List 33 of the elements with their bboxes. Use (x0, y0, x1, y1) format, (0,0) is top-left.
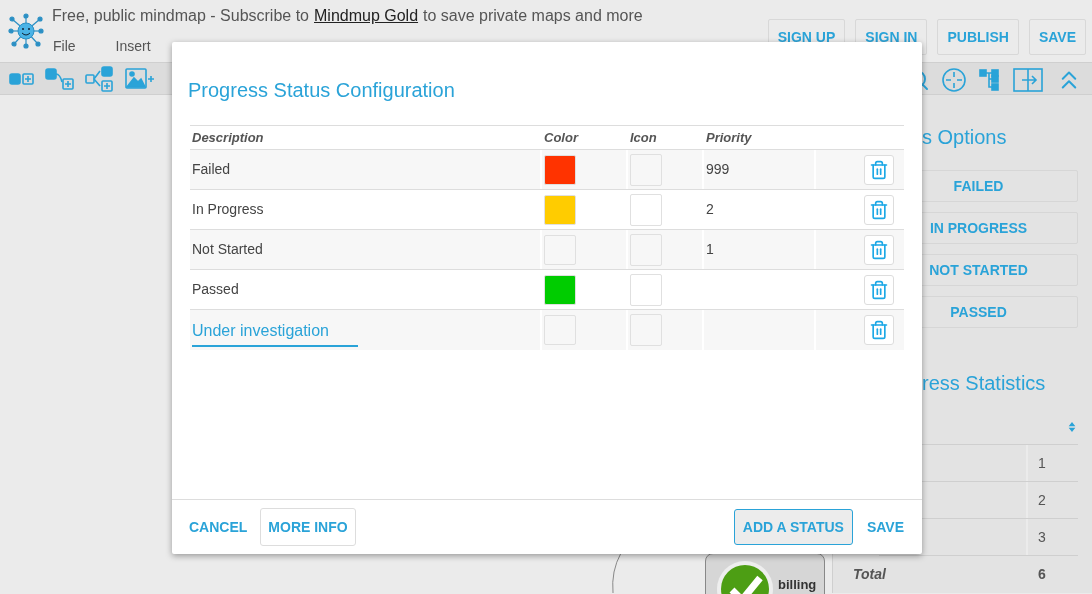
priority-text: 2 (706, 200, 714, 219)
description-text: In Progress (192, 200, 264, 219)
menu-item[interactable]: File (53, 36, 76, 57)
column-header: Priority (705, 128, 753, 147)
stat-value: 1 (1026, 445, 1078, 481)
add-status-button[interactable]: ADD A STATUS (733, 509, 853, 545)
column-header: Color (543, 128, 580, 147)
priority-text: 999 (706, 160, 730, 179)
panel-heading: s Options (921, 125, 1008, 150)
node-label: billing (778, 577, 817, 592)
save-button[interactable]: SAVE (858, 509, 912, 545)
cancel-button[interactable]: CANCEL (182, 508, 255, 546)
menu-item[interactable]: Insert (115, 36, 151, 57)
header-button[interactable]: PUBLISH (937, 19, 1019, 55)
header-button[interactable]: SAVE (1028, 19, 1086, 55)
description-text: Passed (192, 280, 239, 299)
column-header: Icon (629, 128, 658, 147)
priority-text: 1 (706, 240, 714, 259)
stat-value: 2 (1026, 482, 1078, 518)
more-info-button[interactable]: MORE INFO (260, 508, 356, 546)
description-input[interactable]: Under investigation (192, 317, 358, 347)
total-label: Total (853, 565, 887, 584)
map-node[interactable]: billing (705, 553, 825, 594)
column-header: Description (191, 128, 265, 147)
stat-value: 3 (1026, 519, 1078, 555)
subscription-link[interactable]: Mindmup Gold (314, 4, 419, 28)
notice-text: Free, public mindmap - Subscribe to (52, 6, 309, 26)
panel-heading: ress Statistics (921, 371, 1047, 396)
total-value: 6 (1037, 565, 1047, 584)
description-text: Failed (192, 160, 231, 179)
notice-text: to save private maps and more (423, 6, 643, 26)
dialog-title: Progress Status Configuration (188, 78, 456, 103)
description-text: Not Started (192, 240, 263, 259)
